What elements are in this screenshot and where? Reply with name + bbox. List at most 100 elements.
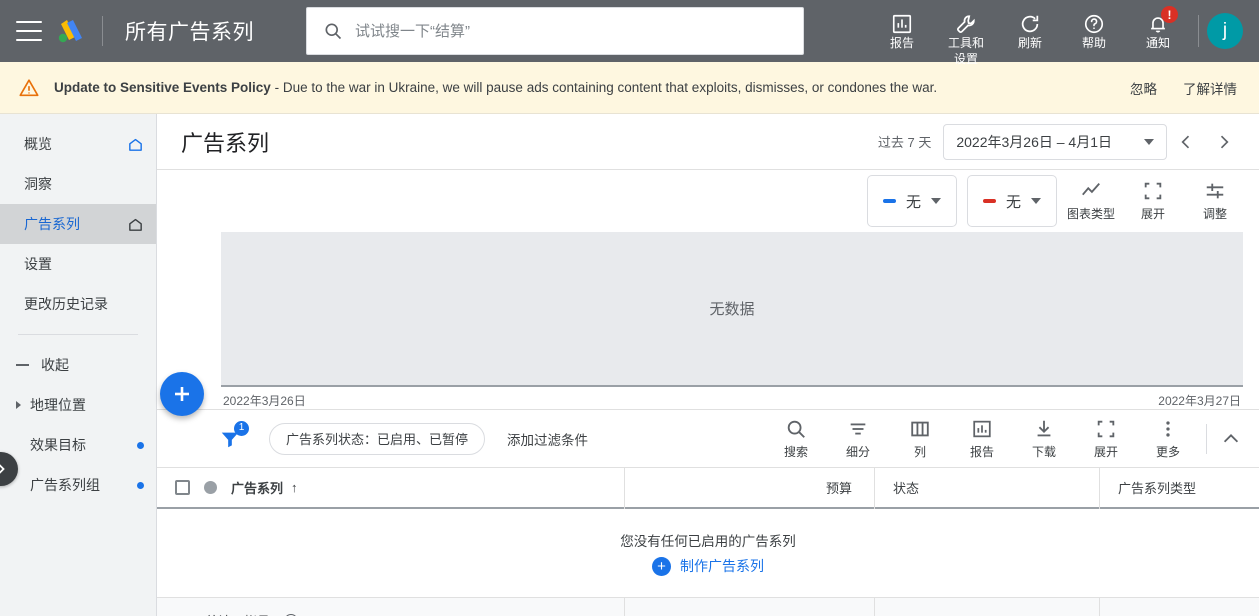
- sidebar-item-campaign-groups[interactable]: 广告系列组: [0, 465, 156, 505]
- table-download-button[interactable]: 下载: [1016, 411, 1072, 467]
- select-all-checkbox[interactable]: [175, 480, 190, 495]
- table-actions: 搜索 细分 列 报告 下载 展开 更多: [762, 411, 1251, 467]
- chart-panel: 无 无 图表类型 展开 调整 无数据 2022年3月26日 2022年3月27日: [157, 170, 1259, 409]
- header-notifications-label: 通知: [1145, 35, 1170, 50]
- table-reports-button[interactable]: 报告: [954, 411, 1010, 467]
- search-box[interactable]: [306, 7, 804, 55]
- chevron-down-icon: [931, 198, 941, 204]
- sidebar-item-change-history[interactable]: 更改历史记录: [0, 284, 156, 324]
- chart-plot-area: 无数据: [221, 232, 1243, 387]
- table-expand-label: 展开: [1093, 444, 1118, 459]
- banner-title: Update to Sensitive Events Policy: [54, 80, 271, 95]
- empty-state-message: 您没有任何已启用的广告系列: [620, 534, 796, 549]
- expand-icon: [1142, 180, 1164, 202]
- chevron-down-icon: [1144, 138, 1154, 145]
- header-refresh-label: 刷新: [1017, 35, 1042, 50]
- sidebar-item-label: 洞察: [24, 176, 52, 192]
- add-filter-button[interactable]: 添加过滤条件: [507, 429, 588, 449]
- search-input[interactable]: [355, 22, 787, 40]
- chart-adjust-button[interactable]: 调整: [1187, 173, 1243, 229]
- sidebar-item-label: 效果目标: [30, 437, 86, 453]
- search-icon: [323, 21, 343, 41]
- sidebar-collapse-button[interactable]: 收起: [0, 345, 156, 385]
- header-tools-settings-button[interactable]: 工具和 设置: [934, 0, 998, 66]
- wrench-icon: [955, 13, 977, 35]
- footer-type-value: [1100, 598, 1259, 616]
- chart-type-label: 图表类型: [1066, 207, 1115, 221]
- blue-dot-icon: [137, 441, 144, 449]
- header-actions: 报告 工具和 设置 刷新 帮助 ! 通知 j: [870, 0, 1259, 66]
- chevron-up-icon[interactable]: [1211, 419, 1251, 459]
- column-header-campaign-label: 广告系列: [231, 481, 284, 496]
- metric-selector-secondary[interactable]: 无: [967, 175, 1057, 227]
- refresh-icon: [1019, 13, 1041, 35]
- sidebar-item-performance-goals[interactable]: 效果目标: [0, 425, 156, 465]
- filter-chip-label: 广告系列状态：已启用、已暂停: [286, 432, 469, 447]
- chart-type-button[interactable]: 图表类型: [1063, 173, 1119, 229]
- header-refresh-button[interactable]: 刷新: [998, 0, 1062, 62]
- table-columns-button[interactable]: 列: [892, 411, 948, 467]
- create-campaign-fab[interactable]: [160, 372, 204, 416]
- plus-icon: [170, 382, 194, 406]
- top-header-bar: 所有广告系列 报告: [0, 0, 1259, 66]
- banner-dismiss-button[interactable]: 忽略: [1130, 78, 1157, 98]
- sidebar-item-label: 更改历史记录: [24, 296, 108, 312]
- sidebar-item-label: 地理位置: [30, 397, 86, 413]
- status-circle-icon[interactable]: [204, 481, 217, 494]
- date-prev-button[interactable]: [1167, 123, 1205, 161]
- main-body: 概览 洞察 广告系列 设置 更改历史记录 收起 地理位置 效果目标 广告系列组 …: [0, 114, 1259, 616]
- line-chart-icon: [1079, 180, 1103, 202]
- date-range-label: 过去 7 天: [877, 135, 932, 150]
- header-reports-label: 报告: [889, 35, 914, 50]
- date-next-button[interactable]: [1205, 123, 1243, 161]
- table-segment-button[interactable]: 细分: [830, 411, 886, 467]
- filter-funnel-icon[interactable]: 1: [213, 420, 249, 456]
- date-range-select[interactable]: 2022年3月26日 – 4月1日: [943, 123, 1167, 160]
- sidebar-item-label: 广告系列: [24, 216, 80, 232]
- chart-expand-button[interactable]: 展开: [1125, 173, 1181, 229]
- sidebar-item-overview[interactable]: 概览: [0, 124, 156, 164]
- column-header-status[interactable]: 状态: [875, 466, 1100, 509]
- avatar[interactable]: j: [1207, 13, 1243, 49]
- filter-count-badge: 1: [234, 420, 249, 436]
- google-ads-logo[interactable]: [54, 17, 88, 45]
- sidebar-collapse-label: 收起: [41, 357, 69, 373]
- policy-banner: Update to Sensitive Events Policy - Due …: [0, 62, 1259, 114]
- chart-x-axis: 2022年3月26日 2022年3月27日: [181, 387, 1243, 409]
- column-header-campaign[interactable]: 广告系列 ↑: [231, 478, 298, 497]
- footer-status-value: [875, 597, 1100, 616]
- header-reports-button[interactable]: 报告: [870, 0, 934, 62]
- table-search-button[interactable]: 搜索: [768, 411, 824, 467]
- chevron-down-icon[interactable]: [173, 612, 191, 616]
- banner-learn-more-button[interactable]: 了解详情: [1183, 78, 1237, 98]
- sidebar-item-settings[interactable]: 设置: [0, 244, 156, 284]
- table-expand-button[interactable]: 展开: [1078, 411, 1134, 467]
- sort-ascending-icon: ↑: [291, 480, 298, 495]
- sidebar-item-insights[interactable]: 洞察: [0, 164, 156, 204]
- tune-icon: [1204, 180, 1226, 202]
- filter-chip-campaign-status[interactable]: 广告系列状态：已启用、已暂停: [269, 422, 486, 455]
- sidebar-item-locations[interactable]: 地理位置: [0, 385, 156, 425]
- column-header-budget[interactable]: 预算: [625, 466, 875, 509]
- header-help-label: 帮助: [1081, 35, 1106, 50]
- table-download-label: 下载: [1031, 444, 1056, 459]
- footer-total-cell: 总计：帐号 ?: [157, 597, 625, 616]
- sidebar-item-campaigns[interactable]: 广告系列: [0, 204, 156, 244]
- home-icon: [127, 216, 144, 233]
- header-notifications-button[interactable]: ! 通知: [1126, 0, 1190, 62]
- hamburger-menu-icon[interactable]: [16, 21, 42, 41]
- warning-triangle-icon: [18, 77, 40, 99]
- columns-icon: [909, 418, 931, 440]
- footer-total-label: 总计：帐号: [205, 611, 270, 616]
- column-header-budget-label: 预算: [825, 481, 852, 496]
- notification-badge: !: [1161, 6, 1178, 23]
- help-circle-icon: [1083, 13, 1105, 35]
- banner-body: - Due to the war in Ukraine, we will pau…: [270, 80, 938, 95]
- create-campaign-link[interactable]: + 制作广告系列: [652, 556, 764, 576]
- table-more-button[interactable]: 更多: [1140, 411, 1196, 467]
- bar-chart-icon: [891, 13, 913, 35]
- column-header-campaign-type[interactable]: 广告系列类型: [1100, 467, 1259, 509]
- header-help-button[interactable]: 帮助: [1062, 0, 1126, 62]
- table-toolbar: 1 广告系列状态：已启用、已暂停 添加过滤条件 搜索 细分 列 报告 下载 展开…: [157, 409, 1259, 467]
- metric-selector-primary[interactable]: 无: [867, 175, 957, 227]
